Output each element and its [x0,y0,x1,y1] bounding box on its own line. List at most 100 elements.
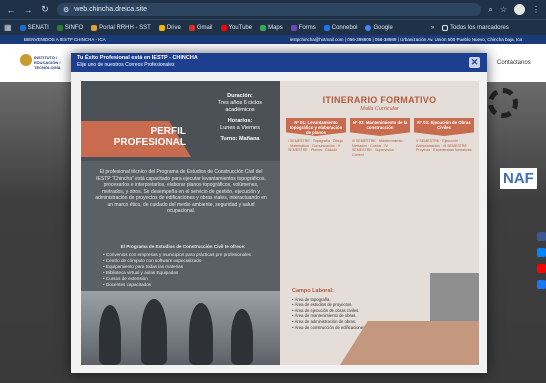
site-logo[interactable]: INSTITUTO / EDUCACIÓN / TECNOLOGÍA [20,54,62,72]
gmail-icon [188,24,195,31]
youtube-icon[interactable] [537,264,546,273]
duracion-value: Tres años 6 ciclos académicos [217,100,263,113]
brochure-left-page: PERFIL PROFESIONAL Duración: Tres años 6 … [81,81,280,365]
horarios-label: Horarios: [227,118,253,124]
list-item-text: Convenios con empresas y municipios para… [105,252,251,257]
modal-header: Tu Éxito Profesional está en IESTP - CHI… [71,53,487,72]
gear-icon [488,88,518,118]
module-heading: Nº 02: Mantenimiento de la construcción [350,118,410,136]
turno-text: Turno: Mañana [220,136,260,142]
messenger-icon[interactable] [537,248,546,257]
brochure-right-page: ITINERARIO FORMATIVO Malla Curricular Nº… [280,81,479,365]
bookmark-icon [56,24,63,31]
bookmark-label: Portal RRHH - SST [99,24,151,31]
bookmark-label: Drive [166,24,181,31]
horarios-value: Lunes a Viernes [220,125,260,131]
bookmark-label: SENATI [27,24,49,31]
itinerario-subtitle: Malla Curricular [360,106,399,112]
modal-body: PERFIL PROFESIONAL Duración: Tres años 6 … [71,72,487,373]
bookmark-icon [91,24,98,31]
star-icon[interactable]: ☆ [500,5,507,14]
list-item-text: Área de topografía. [294,296,331,302]
maps-icon [260,24,267,31]
module-column: Nº 01: Levantamiento topográfico y elabo… [286,118,346,268]
bookmark-portal[interactable]: Portal RRHH - SST [91,24,151,31]
worker-figure [141,299,167,365]
worker-figure [231,309,253,365]
list-item-text: Biblioteca virtual y aulas Equipadas [105,270,179,275]
list-item-text: Cursos de extensión [105,276,148,281]
logo-emblem-icon [20,54,32,66]
drive-icon [158,24,165,31]
modal-subtitle: Elije uno de nuestros Correos Profesiona… [77,62,175,68]
bookmark-connebol[interactable]: Connebol [323,24,358,31]
search-icon[interactable]: ⌕ [488,5,492,15]
forward-icon[interactable]: → [23,5,33,15]
bookmark-label: Google [373,24,393,31]
social-icon[interactable] [537,280,546,289]
list-item: • Docentes capacitados [103,282,152,287]
itinerario-title: ITINERARIO FORMATIVO [322,95,437,105]
list-item-text: Área de ejecución de obras civiles. [294,307,360,313]
bookmark-gmail[interactable]: Gmail [188,24,213,31]
close-button[interactable]: ✕ [469,57,480,68]
bookmark-label: Maps [268,24,283,31]
bookmark-youtube[interactable]: YouTube [220,24,253,31]
bookmark-senati[interactable]: SENATI [19,24,49,31]
bookmark-label: SINFO [64,24,84,31]
folder-icon [442,24,449,31]
contact-info: iestpchincha@hotmail.com | 056-398805 | … [289,37,522,42]
youtube-icon [220,24,227,31]
campo-title: Campo Laboral: [292,288,334,294]
list-item-text: Equipamiento para todas las materias [105,264,184,269]
list-item-text: Área de mantenimiento de obras. [294,313,357,319]
bookmark-forms[interactable]: Forms [290,24,316,31]
welcome-text: BIENVENIDOS A IESTP CHINCHA - ICA [24,37,106,42]
apps-icon[interactable]: ▦ [4,23,12,32]
bookmark-drive[interactable]: Drive [158,24,181,31]
browser-toolbar: ← → ↻ ⚙ web.chincha.dreica.site ⌕ ☆ ⋮ [0,0,546,19]
menu-icon[interactable]: ⋮ [532,5,540,14]
all-bookmarks-label: Todos los marcadores [450,24,509,31]
module-body: V SEMESTRE · Ejecución · Administración … [416,139,472,153]
perfil-title: PERFIL PROFESIONAL [113,126,186,148]
module-heading: Nº 03: Ejecución de Obras Civiles [414,118,474,136]
worker-figure [99,305,121,365]
hero-sign: NAF [500,168,537,189]
all-bookmarks-button[interactable]: Todos los marcadores [442,24,509,31]
back-icon[interactable]: ← [6,5,16,15]
module-column: Nº 03: Ejecución de Obras Civiles V SEME… [414,118,474,268]
perfil-paragraph: El profesional técnico del Programa de E… [95,169,267,214]
url-text: web.chincha.dreica.site [74,6,148,13]
benefits-heading: El Programa de Estudios de Construcción … [120,244,246,249]
module-column: Nº 02: Mantenimiento de la construcción … [350,118,410,268]
facebook-icon[interactable] [537,232,546,241]
module-heading: Nº 01: Levantamiento topográfico y elabo… [286,118,346,136]
bookmark-maps[interactable]: Maps [260,24,283,31]
promo-modal: Tu Éxito Profesional está en IESTP - CHI… [71,53,487,373]
bookmark-label: Connebol [331,24,358,31]
program-info: Duración: Tres años 6 ciclos académicos H… [209,93,271,147]
address-bar[interactable]: ⚙ web.chincha.dreica.site [57,3,482,16]
modal-title: Tu Éxito Profesional está en IESTP - CHI… [77,55,198,61]
module-body: III SEMESTRE · Mantenimiento · Metrados … [352,139,405,158]
bookmark-icon [19,24,26,31]
site-top-strip: BIENVENIDOS A IESTP CHINCHA - ICA iestpc… [0,35,546,44]
benefits-list: El Programa de Estudios de Construcción … [103,244,263,288]
list-item-text: Docentes capacitados [105,282,152,287]
site-info-icon[interactable]: ⚙ [63,6,69,14]
bookmark-label: YouTube [228,24,253,31]
module-body: I SEMESTRE · Topografía · Dibujo · Matem… [288,139,344,153]
list-item-text: Centro de cómputo con software especiali… [105,258,202,263]
profile-avatar[interactable] [514,4,525,15]
reload-icon[interactable]: ↻ [40,4,50,15]
worker-figure [189,303,213,365]
list-item-text: Área de estudios de proyectos. [294,302,353,308]
duracion-label: Duración: [227,93,253,99]
bookmark-sinfo[interactable]: SINFO [56,24,84,31]
bookmarks-more-button[interactable]: » [431,25,434,31]
nav-contact[interactable]: Contáctanos [497,60,531,66]
list-item-text: Área de construcción de edificaciones. [294,324,367,330]
bookmark-icon [323,24,330,31]
bookmark-google[interactable]: Google [365,24,393,31]
